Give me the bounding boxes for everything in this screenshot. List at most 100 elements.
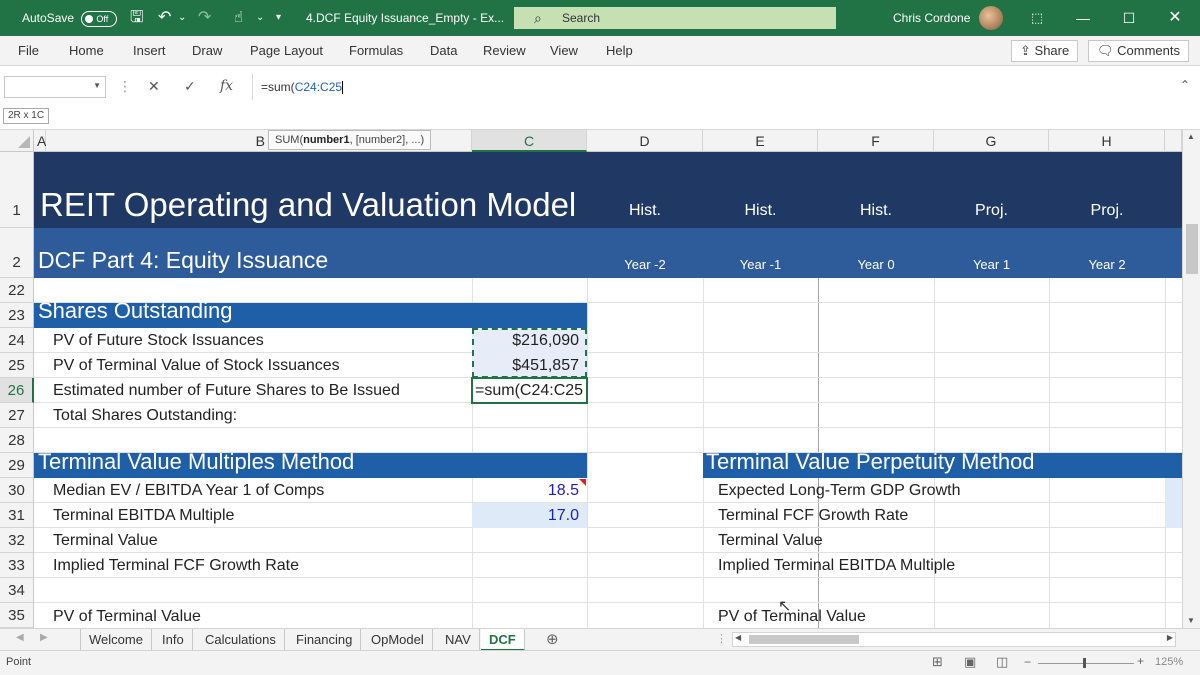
formula-input[interactable]: =sum(C24:C25 bbox=[252, 74, 1192, 100]
scroll-down-icon[interactable]: ▼ bbox=[1187, 616, 1195, 625]
undo-dropdown-icon[interactable]: ⌄ bbox=[178, 0, 186, 36]
row-header-30[interactable]: 30 bbox=[0, 478, 34, 503]
sheet-tab-calculations[interactable]: Calculations bbox=[197, 629, 285, 651]
section-header-perpetuity[interactable]: Terminal Value Perpetuity Method bbox=[706, 449, 1035, 475]
row-header-29[interactable]: 29 bbox=[0, 453, 34, 478]
section-header-multiples[interactable]: Terminal Value Multiples Method bbox=[38, 449, 354, 475]
row-header-23[interactable]: 23 bbox=[0, 303, 34, 328]
touch-dropdown-icon[interactable]: ⌄ bbox=[256, 0, 264, 36]
row-header-34[interactable]: 34 bbox=[0, 578, 34, 603]
column-header-d[interactable]: D bbox=[587, 130, 703, 152]
period-year-f[interactable]: Year 0 bbox=[818, 257, 934, 272]
select-all-corner[interactable] bbox=[0, 130, 34, 152]
tab-review[interactable]: Review bbox=[483, 36, 526, 66]
terminal-ebitda-label[interactable]: Terminal EBITDA Multiple bbox=[53, 507, 234, 525]
cancel-icon[interactable]: ✕ bbox=[148, 78, 160, 95]
scroll-left-icon[interactable]: ◀ bbox=[735, 633, 741, 642]
page-break-view-icon[interactable]: ◫ bbox=[996, 654, 1008, 670]
implied-ebitda-label[interactable]: Implied Terminal EBITDA Multiple bbox=[718, 557, 955, 575]
row-header-32[interactable]: 32 bbox=[0, 528, 34, 553]
sheet-tab-nav[interactable]: NAV bbox=[437, 629, 480, 651]
collapse-formula-bar-icon[interactable]: ⌃ bbox=[1180, 78, 1190, 92]
period-type-d[interactable]: Hist. bbox=[587, 202, 703, 220]
comments-button[interactable]: 🗨 Comments bbox=[1088, 40, 1189, 62]
pv-tv-label-perpetuity[interactable]: PV of Terminal Value bbox=[718, 608, 866, 626]
period-year-h[interactable]: Year 2 bbox=[1049, 257, 1165, 272]
autosave-toggle[interactable]: Off bbox=[81, 10, 118, 27]
row-header-22[interactable]: 22 bbox=[0, 278, 34, 303]
avatar[interactable] bbox=[979, 6, 1003, 30]
row-header-25[interactable]: 25 bbox=[0, 353, 34, 378]
tab-insert[interactable]: Insert bbox=[133, 36, 166, 66]
sheet-tab-opmodel[interactable]: OpModel bbox=[363, 629, 433, 651]
save-icon[interactable]: 🖫 bbox=[130, 0, 144, 36]
median-ev-label[interactable]: Median EV / EBITDA Year 1 of Comps bbox=[53, 482, 324, 500]
zoom-in-icon[interactable]: + bbox=[1137, 654, 1144, 668]
undo-icon[interactable]: ↶ bbox=[158, 0, 171, 36]
scroll-right-icon[interactable]: ▶ bbox=[1167, 633, 1173, 642]
search-box[interactable]: ⌕ Search bbox=[514, 7, 836, 29]
tab-draw[interactable]: Draw bbox=[192, 36, 222, 66]
model-title[interactable]: REIT Operating and Valuation Model bbox=[40, 186, 576, 224]
row-header-26[interactable]: 26 bbox=[0, 378, 34, 403]
zoom-out-icon[interactable]: − bbox=[1024, 655, 1031, 669]
median-ev-value[interactable]: 18.5 bbox=[472, 482, 579, 500]
sheet-tab-dcf[interactable]: DCF bbox=[481, 629, 525, 651]
row-header-27[interactable]: 27 bbox=[0, 403, 34, 428]
maximize-icon[interactable]: ☐ bbox=[1106, 0, 1152, 36]
column-header-e[interactable]: E bbox=[703, 130, 818, 152]
enter-icon[interactable]: ✓ bbox=[184, 78, 196, 95]
zoom-level[interactable]: 125% bbox=[1155, 656, 1183, 668]
pv-tv-label[interactable]: PV of Terminal Value bbox=[53, 608, 201, 626]
scroll-thumb[interactable] bbox=[1186, 224, 1198, 274]
column-header-h[interactable]: H bbox=[1049, 130, 1165, 152]
minimize-icon[interactable]: — bbox=[1060, 0, 1106, 36]
zoom-slider[interactable] bbox=[1038, 663, 1134, 664]
column-header-f[interactable]: F bbox=[818, 130, 934, 152]
period-type-e[interactable]: Hist. bbox=[703, 202, 818, 220]
section-header-shares[interactable]: Shares Outstanding bbox=[38, 298, 232, 324]
row-header-24[interactable]: 24 bbox=[0, 328, 34, 353]
share-button[interactable]: ⇪ Share bbox=[1011, 40, 1079, 62]
row-header-35[interactable]: 35 bbox=[0, 603, 34, 628]
terminal-ebitda-value[interactable]: 17.0 bbox=[472, 507, 579, 525]
period-type-h[interactable]: Proj. bbox=[1049, 202, 1165, 220]
chevron-down-icon[interactable]: ▼ bbox=[93, 81, 101, 90]
est-shares-formula[interactable]: =sum(C24:C25 bbox=[475, 382, 583, 400]
touch-mode-icon[interactable]: ☝ bbox=[234, 0, 243, 36]
period-type-g[interactable]: Proj. bbox=[934, 202, 1049, 220]
fcf-growth-label[interactable]: Terminal FCF Growth Rate bbox=[718, 507, 908, 525]
sheet-tab-welcome[interactable]: Welcome bbox=[80, 629, 152, 651]
customize-toolbar-icon[interactable]: ▾ bbox=[276, 0, 281, 36]
add-sheet-icon[interactable]: ⊕ bbox=[546, 630, 559, 648]
vertical-scrollbar[interactable]: ▲ ▼ bbox=[1182, 130, 1200, 628]
gdp-growth-label[interactable]: Expected Long-Term GDP Growth bbox=[718, 482, 960, 500]
tab-help[interactable]: Help bbox=[606, 36, 633, 66]
period-year-e[interactable]: Year -1 bbox=[703, 257, 818, 272]
tab-home[interactable]: Home bbox=[69, 36, 104, 66]
period-year-g[interactable]: Year 1 bbox=[934, 257, 1049, 272]
model-subtitle[interactable]: DCF Part 4: Equity Issuance bbox=[38, 247, 328, 274]
redo-icon[interactable]: ↷ bbox=[198, 0, 211, 36]
ribbon-display-icon[interactable]: ⬚ bbox=[1014, 0, 1060, 36]
implied-fcf-label[interactable]: Implied Terminal FCF Growth Rate bbox=[53, 557, 299, 575]
horizontal-scroll-thumb[interactable] bbox=[749, 635, 859, 644]
terminal-value-label-perpetuity[interactable]: Terminal Value bbox=[718, 532, 823, 550]
autosave[interactable]: AutoSave Off bbox=[22, 0, 118, 36]
terminal-value-label[interactable]: Terminal Value bbox=[53, 532, 158, 550]
insert-function-icon[interactable]: fx bbox=[220, 78, 233, 94]
row-header-2[interactable]: 2 bbox=[0, 228, 34, 278]
pv-terminal-label[interactable]: PV of Terminal Value of Stock Issuances bbox=[53, 357, 340, 375]
tab-formulas[interactable]: Formulas bbox=[349, 36, 403, 66]
horizontal-scrollbar[interactable]: ◀ ▶ bbox=[732, 632, 1176, 647]
close-icon[interactable]: ✕ bbox=[1152, 0, 1198, 36]
pv-future-label[interactable]: PV of Future Stock Issuances bbox=[53, 332, 264, 350]
total-shares-label[interactable]: Total Shares Outstanding: bbox=[53, 407, 237, 425]
next-sheet-icon[interactable]: ▶ bbox=[40, 632, 48, 643]
column-header-a[interactable]: A bbox=[34, 130, 46, 152]
name-box[interactable]: ▼ bbox=[4, 76, 106, 98]
user-name[interactable]: Chris Cordone bbox=[893, 0, 970, 36]
sheet-tab-financing[interactable]: Financing bbox=[288, 629, 362, 651]
sheet-tab-info[interactable]: Info bbox=[154, 629, 193, 651]
worksheet-grid[interactable]: A B C D E F G H SUM(number1, [number2], … bbox=[0, 130, 1182, 628]
